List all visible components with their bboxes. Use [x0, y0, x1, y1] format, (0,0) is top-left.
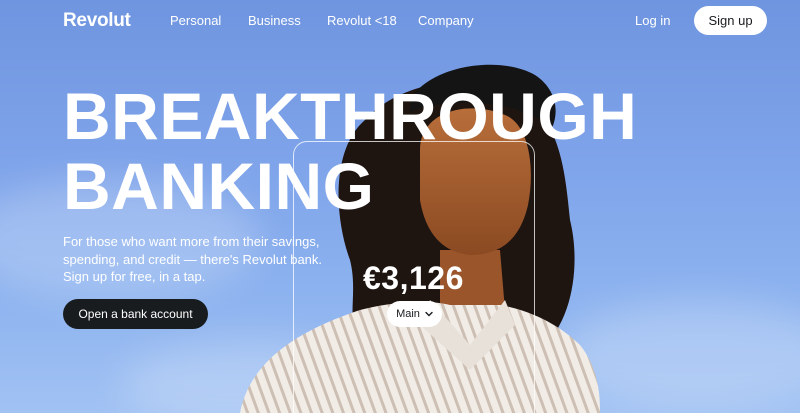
account-label: Main: [396, 308, 420, 320]
revolut-logo[interactable]: Revolut: [63, 10, 131, 32]
nav-business[interactable]: Business: [248, 13, 301, 28]
open-account-button[interactable]: Open a bank account: [63, 299, 208, 329]
signup-button[interactable]: Sign up: [694, 6, 767, 35]
top-nav: Revolut Personal Business Revolut <18 Co…: [0, 0, 800, 40]
nav-revolut-under-18[interactable]: Revolut <18: [327, 13, 397, 28]
chevron-down-icon: [425, 311, 433, 317]
headline-line-2: BANKING: [63, 149, 375, 223]
page-title: BREAKTHROUGH BANKING: [63, 81, 637, 221]
hero-subtext: For those who want more from their savin…: [63, 234, 323, 284]
balance-amount: €3,126: [363, 260, 464, 296]
nav-personal[interactable]: Personal: [170, 13, 221, 28]
headline-line-1: BREAKTHROUGH: [63, 79, 638, 153]
account-selector[interactable]: Main: [387, 301, 442, 327]
nav-company[interactable]: Company: [418, 13, 474, 28]
login-link[interactable]: Log in: [635, 13, 670, 28]
